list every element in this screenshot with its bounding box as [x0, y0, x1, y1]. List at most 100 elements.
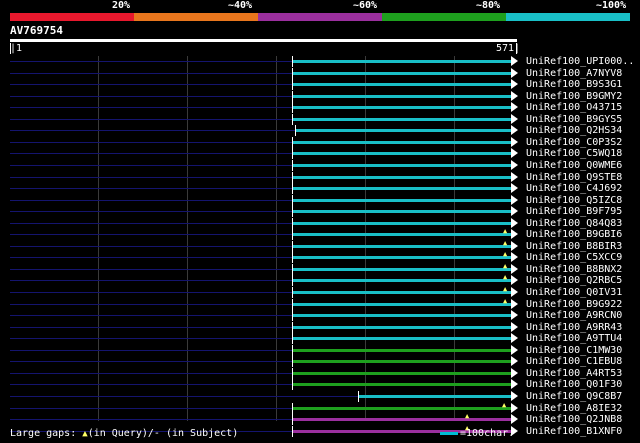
hit-row[interactable]: UniRef100_C1EBU8: [0, 356, 640, 368]
hit-label[interactable]: UniRef100_Q01F30: [526, 379, 622, 390]
hit-label[interactable]: UniRef100_O43715: [526, 102, 622, 113]
hit-alignment-bar[interactable]: [293, 279, 511, 283]
hit-alignment-bar[interactable]: [293, 198, 511, 202]
hit-row[interactable]: ▲ UniRef100_Q0IV31: [0, 286, 640, 299]
hit-label[interactable]: UniRef100_UPI000..: [526, 56, 634, 67]
hit-row[interactable]: UniRef100_Q9STE8: [0, 171, 640, 184]
hit-row[interactable]: UniRef100_A4RT53: [0, 367, 640, 380]
hit-row[interactable]: UniRef100_A9RR43: [0, 321, 640, 334]
hit-row[interactable]: ▲ UniRef100_Q2JNB8: [0, 413, 640, 426]
hit-label[interactable]: UniRef100_C5XCC9: [526, 252, 622, 263]
hit-alignment-bar[interactable]: [293, 117, 511, 121]
hit-row[interactable]: UniRef100_B9S3G1: [0, 79, 640, 91]
arrow-right-icon: [511, 217, 518, 228]
hit-row[interactable]: ▲ UniRef100_B9G922: [0, 297, 640, 311]
hit-alignment-bar[interactable]: [293, 418, 511, 422]
hit-alignment-bar[interactable]: [293, 291, 511, 294]
hit-row[interactable]: UniRef100_B9GMY2: [0, 90, 640, 103]
hit-alignment-bar[interactable]: [293, 360, 511, 364]
hit-label[interactable]: UniRef100_Q2JNB8: [526, 414, 622, 425]
hit-row[interactable]: UniRef100_C1MW30: [0, 344, 640, 357]
hit-label[interactable]: UniRef100_Q9C8B7: [526, 391, 622, 402]
hit-alignment-bar[interactable]: [359, 394, 511, 398]
hit-alignment-bar[interactable]: [293, 337, 511, 341]
hit-label[interactable]: UniRef100_Q9STE8: [526, 172, 622, 183]
hit-row[interactable]: ▲ UniRef100_Q2RBC5: [0, 274, 640, 287]
hit-alignment-bar[interactable]: [293, 187, 511, 191]
hit-alignment-bar[interactable]: [293, 60, 511, 63]
hit-alignment-bar[interactable]: [293, 325, 511, 329]
hit-label[interactable]: UniRef100_A9TTU4: [526, 333, 622, 344]
hit-label[interactable]: UniRef100_B9S3G1: [526, 79, 622, 90]
hit-row[interactable]: ▲ UniRef100_A8IE32: [0, 401, 640, 415]
hit-alignment-bar[interactable]: [293, 406, 511, 410]
hit-row[interactable]: UniRef100_C0P3S2: [0, 136, 640, 149]
hit-row[interactable]: ▲ UniRef100_B9GBI6: [0, 228, 640, 241]
hit-row[interactable]: UniRef100_B9GYS5: [0, 113, 640, 126]
hit-label[interactable]: UniRef100_B9GYS5: [526, 114, 622, 125]
arrow-right-icon: [511, 125, 518, 136]
unaligned-region: [10, 268, 292, 270]
hit-label[interactable]: UniRef100_A4RT53: [526, 368, 622, 379]
hit-label[interactable]: UniRef100_B9GMY2: [526, 91, 622, 102]
hit-label[interactable]: UniRef100_C1MW30: [526, 345, 622, 356]
hit-row[interactable]: UniRef100_A7NYV8: [0, 67, 640, 80]
hit-row[interactable]: UniRef100_Q01F30: [0, 379, 640, 391]
hit-row[interactable]: ▲ UniRef100_C5XCC9: [0, 251, 640, 264]
hit-row[interactable]: UniRef100_B9F795: [0, 206, 640, 218]
hit-row[interactable]: ▲ UniRef100_B8BIR3: [0, 239, 640, 253]
hit-row[interactable]: UniRef100_Q84Q83: [0, 217, 640, 230]
hit-alignment-bar[interactable]: [293, 152, 511, 156]
hit-row[interactable]: ▲ UniRef100_B8BNX2: [0, 262, 640, 276]
hit-alignment-bar[interactable]: [293, 71, 511, 75]
hit-label[interactable]: UniRef100_A7NYV8: [526, 68, 622, 79]
hit-label[interactable]: UniRef100_B8BNX2: [526, 264, 622, 275]
hit-label[interactable]: UniRef100_C5WQ18: [526, 148, 622, 159]
hit-label[interactable]: UniRef100_Q2RBC5: [526, 275, 622, 286]
hit-row[interactable]: UniRef100_C4J692: [0, 183, 640, 195]
hit-row[interactable]: UniRef100_Q2HS34: [0, 125, 640, 137]
hit-row[interactable]: UniRef100_A9RCN0: [0, 310, 640, 322]
hit-label[interactable]: UniRef100_B9GBI6: [526, 229, 622, 240]
hit-row[interactable]: UniRef100_O43715: [0, 102, 640, 114]
hit-alignment-bar[interactable]: [293, 267, 511, 271]
hit-alignment-bar[interactable]: [293, 371, 511, 375]
hit-label[interactable]: UniRef100_Q5IZC8: [526, 195, 622, 206]
hit-label[interactable]: UniRef100_Q0IV31: [526, 287, 622, 298]
hit-row[interactable]: UniRef100_Q5IZC8: [0, 194, 640, 207]
hit-row[interactable]: UniRef100_Q9C8B7: [0, 390, 640, 403]
hit-label[interactable]: UniRef100_B9F795: [526, 206, 622, 217]
hit-alignment-bar[interactable]: [293, 383, 511, 387]
hit-alignment-bar[interactable]: [293, 244, 511, 248]
hit-alignment-bar[interactable]: [293, 314, 511, 318]
hit-alignment-bar[interactable]: [293, 221, 511, 225]
hit-alignment-bar[interactable]: [293, 163, 511, 167]
hit-alignment-bar[interactable]: [293, 83, 511, 87]
hit-label[interactable]: UniRef100_C1EBU8: [526, 356, 622, 367]
hit-label[interactable]: UniRef100_A9RCN0: [526, 310, 622, 321]
hit-row[interactable]: UniRef100_C5WQ18: [0, 148, 640, 160]
hit-alignment-bar[interactable]: [293, 175, 511, 179]
hit-alignment-bar[interactable]: [293, 348, 511, 352]
hit-alignment-bar[interactable]: [293, 233, 511, 237]
hit-alignment-bar[interactable]: [293, 210, 511, 214]
hit-alignment-bar[interactable]: [293, 302, 511, 306]
hit-label[interactable]: UniRef100_Q0WME6: [526, 160, 622, 171]
hit-label[interactable]: UniRef100_A8IE32: [526, 403, 622, 414]
hit-alignment-bar[interactable]: [293, 256, 511, 260]
hit-alignment-bar[interactable]: [293, 140, 511, 144]
hit-label[interactable]: UniRef100_Q84Q83: [526, 218, 622, 229]
hit-row[interactable]: UniRef100_UPI000..: [0, 56, 640, 68]
hit-label[interactable]: UniRef100_B9G922: [526, 299, 622, 310]
hit-label[interactable]: UniRef100_B8BIR3: [526, 241, 622, 252]
hit-alignment-bar[interactable]: [293, 94, 511, 98]
hit-label[interactable]: UniRef100_C0P3S2: [526, 137, 622, 148]
hit-alignment-bar[interactable]: [293, 106, 511, 110]
hit-label[interactable]: UniRef100_Q2HS34: [526, 125, 622, 136]
hit-alignment-bar[interactable]: [296, 129, 511, 133]
hit-row[interactable]: UniRef100_A9TTU4: [0, 333, 640, 345]
hit-label[interactable]: UniRef100_A9RR43: [526, 322, 622, 333]
hit-label[interactable]: UniRef100_B1XNF0: [526, 426, 622, 437]
hit-label[interactable]: UniRef100_C4J692: [526, 183, 622, 194]
hit-row[interactable]: UniRef100_Q0WME6: [0, 159, 640, 172]
